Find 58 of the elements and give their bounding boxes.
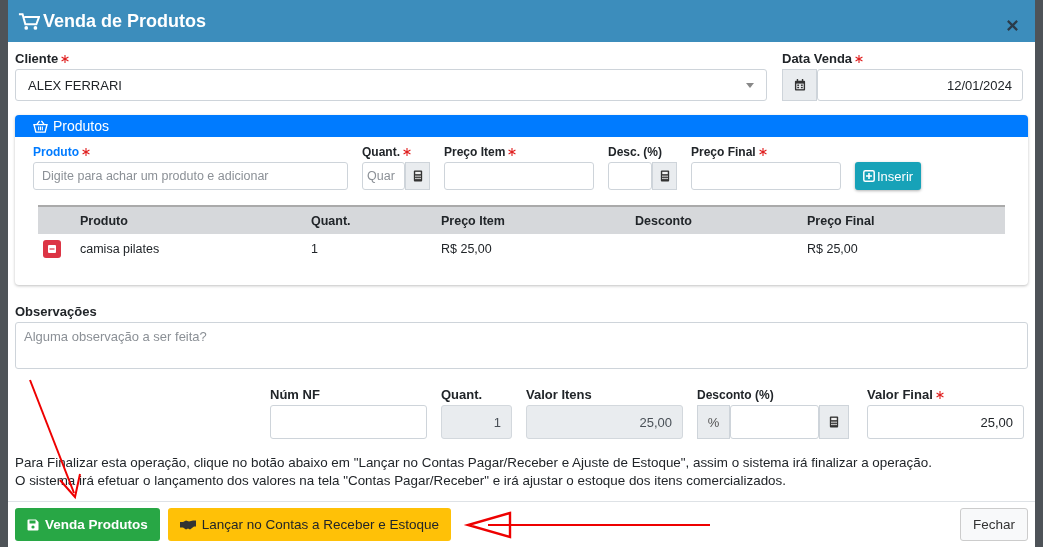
table-cell: 1: [311, 241, 318, 256]
calculator-button[interactable]: [405, 162, 430, 190]
required-icon: [508, 147, 517, 156]
table-cell: R$ 25,00: [441, 241, 492, 256]
table-cell: R$ 25,00: [807, 241, 858, 256]
column-header: Desconto: [635, 213, 693, 228]
required-icon: [935, 390, 944, 399]
calendar-icon: [793, 79, 806, 91]
column-header: Preço Final: [807, 213, 876, 228]
field-label: Desconto (%): [697, 387, 774, 402]
field-label: Quant.: [362, 144, 400, 159]
input-field[interactable]: [730, 405, 819, 439]
caret-icon: [746, 82, 754, 88]
input-field[interactable]: [270, 405, 427, 439]
calculator-button[interactable]: [819, 405, 849, 439]
plus-icon: [863, 170, 875, 182]
column-header: Preço Item: [441, 213, 506, 228]
calculator-icon: [411, 170, 424, 182]
field-label: Produto: [33, 144, 79, 159]
column-header: Quant.: [311, 213, 352, 228]
field-label: Valor Itens: [526, 387, 592, 402]
calculator-icon: [658, 170, 671, 182]
footer-button[interactable]: Lançar no Contas a Receber e Estoque: [167, 508, 451, 541]
field-label: Cliente: [15, 51, 59, 66]
required-icon: [82, 147, 90, 156]
cart-icon: [18, 11, 40, 31]
floppy-icon: [27, 518, 39, 531]
field-label: Valor Final: [867, 387, 933, 402]
modal-title: Venda de Produtos: [43, 10, 208, 32]
field-label: Observações: [15, 304, 97, 319]
close-icon[interactable]: [1006, 18, 1019, 32]
required-icon: [855, 54, 864, 63]
calculator-button[interactable]: [652, 162, 677, 190]
calculator-icon: [828, 416, 840, 428]
basket-icon: [33, 119, 48, 133]
required-icon: [758, 147, 767, 156]
field-label: Desc. (%): [608, 144, 663, 159]
remove-button[interactable]: [43, 239, 61, 258]
minus-icon: [47, 243, 57, 254]
input-field[interactable]: [608, 162, 652, 190]
percent-addon: %: [697, 405, 730, 439]
table-cell: camisa pilates: [80, 241, 160, 256]
field-label: Núm NF: [270, 387, 320, 402]
input-field[interactable]: [691, 162, 841, 190]
required-icon: [403, 147, 411, 156]
handshake-icon: [179, 519, 196, 530]
input-field[interactable]: [444, 162, 594, 190]
field-label: Preço Item: [444, 144, 506, 159]
column-header: Produto: [80, 213, 129, 228]
field-label: Quant.: [441, 387, 483, 402]
required-icon: [61, 54, 70, 63]
footer-button[interactable]: Fechar: [959, 508, 1028, 541]
field-label: Data Venda: [782, 51, 853, 66]
panel-title: Produtos: [53, 118, 110, 134]
date-field[interactable]: 12/01/2024: [817, 69, 1023, 101]
field-label: Preço Final: [691, 144, 756, 159]
client-select[interactable]: ALEX FERRARI: [15, 69, 767, 101]
input-field[interactable]: 25,00: [867, 405, 1024, 439]
